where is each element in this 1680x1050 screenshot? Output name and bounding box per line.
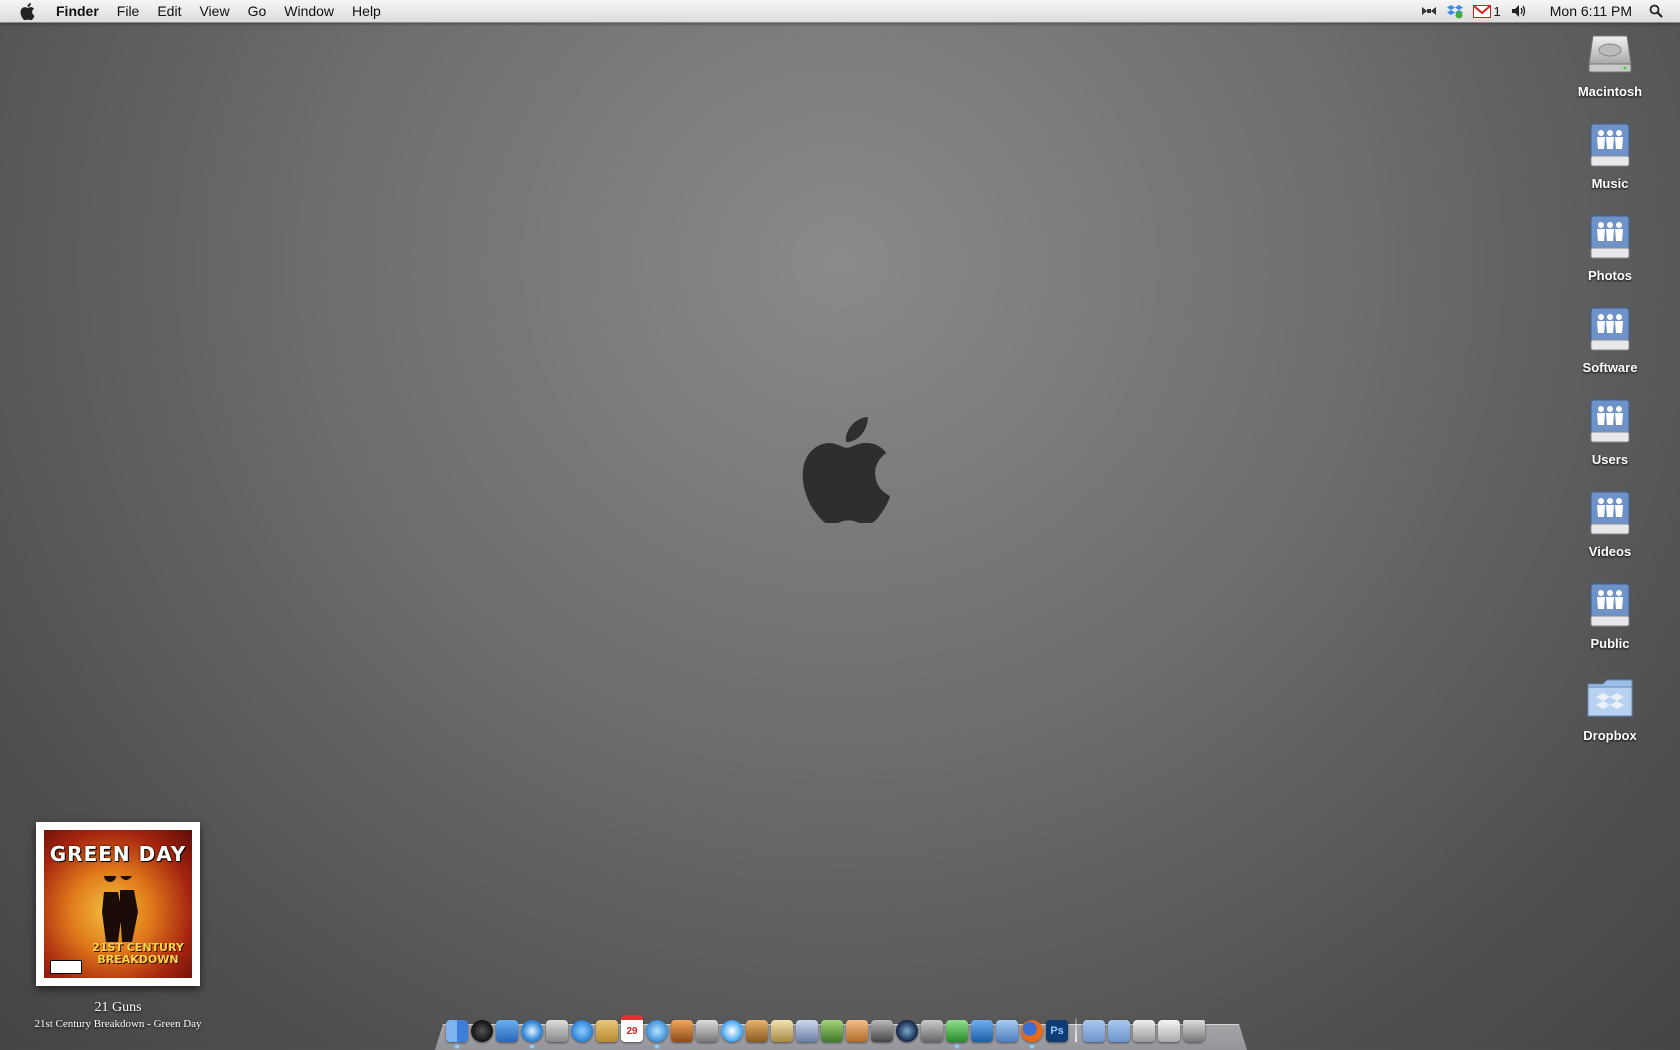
desktop-icon-label: Software — [1582, 360, 1638, 375]
apple-menu-icon[interactable] — [16, 0, 38, 22]
network-share-icon — [1590, 399, 1630, 443]
dock-pages-icon[interactable] — [796, 1020, 818, 1042]
network-share-icon — [1590, 215, 1630, 259]
desktop-icon-label: Music — [1591, 176, 1629, 191]
desktop-icon-dropbox[interactable]: Dropbox — [1540, 670, 1680, 756]
desktop-icon-label: Public — [1590, 636, 1630, 651]
dock-time-machine-icon[interactable] — [896, 1020, 918, 1042]
dropbox-status-icon[interactable] — [1442, 0, 1468, 22]
dock-garageband-icon[interactable] — [746, 1020, 768, 1042]
mail-unread-count: 1 — [1493, 3, 1501, 19]
network-share-icon — [1590, 583, 1630, 627]
desktop-icon-software[interactable]: Software — [1540, 302, 1680, 388]
desktop-icon-public[interactable]: Public — [1540, 578, 1680, 664]
network-share-icon — [1590, 123, 1630, 167]
desktop-icon-label: Photos — [1587, 268, 1633, 283]
trash-icon[interactable] — [1183, 1020, 1205, 1042]
dock-photoshop-icon[interactable]: Ps — [1046, 1020, 1068, 1042]
album-band-name: GREEN DAY — [49, 842, 187, 866]
album-cover: GREEN DAY 21ST CENTURY BREAKDOWN — [44, 830, 192, 978]
menu-file[interactable]: File — [108, 0, 149, 22]
dock-address-book-icon[interactable] — [596, 1020, 618, 1042]
desktop-icon-label: Users — [1591, 452, 1629, 467]
menu-finder[interactable]: Finder — [52, 0, 108, 22]
volume-icon[interactable] — [1506, 0, 1532, 22]
dock-documents-folder-icon[interactable] — [1108, 1020, 1130, 1042]
dock-iphoto-icon[interactable] — [671, 1020, 693, 1042]
dock-system-preferences-icon[interactable] — [921, 1020, 943, 1042]
dock-idvd-icon[interactable] — [721, 1020, 743, 1042]
gmail-notifier-icon[interactable]: 1 — [1468, 0, 1506, 22]
dock-numbers-icon[interactable] — [821, 1020, 843, 1042]
menu-go[interactable]: Go — [239, 0, 276, 22]
status-moustache-icon[interactable] — [1416, 0, 1442, 22]
desktop-icon-label: Macintosh — [1577, 84, 1643, 99]
album-couple-silhouette — [102, 876, 138, 942]
dock-itunes-icon[interactable] — [646, 1020, 668, 1048]
desktop-icon-photos[interactable]: Photos — [1540, 210, 1680, 296]
desktop-icon-videos[interactable]: Videos — [1540, 486, 1680, 572]
desktop-icon-users[interactable]: Users — [1540, 394, 1680, 480]
menu-edit[interactable]: Edit — [148, 0, 190, 22]
dock-separator — [1075, 1018, 1077, 1042]
desktop-icon-label: Dropbox — [1583, 728, 1637, 743]
track-title: 21 Guns — [94, 1000, 142, 1015]
dock-imovie-icon[interactable] — [696, 1020, 718, 1042]
dock-photo-icon[interactable] — [546, 1020, 568, 1042]
menu-extras: 1 Mon 6:11 PM — [1416, 0, 1680, 22]
parental-advisory-label — [50, 960, 82, 974]
dock-package-icon[interactable] — [996, 1020, 1018, 1042]
dock-utility-icon[interactable] — [971, 1020, 993, 1042]
album-artist: 21st Century Breakdown - Green Day — [34, 1018, 202, 1030]
album-subtitle: 21ST CENTURY BREAKDOWN — [92, 941, 184, 966]
dock-spaces-icon[interactable] — [871, 1020, 893, 1042]
wallpaper-apple-logo — [802, 417, 890, 523]
dock-stack-icon[interactable] — [1158, 1020, 1180, 1042]
dock-mail-icon[interactable] — [496, 1020, 518, 1042]
dock-transmit-icon[interactable] — [946, 1020, 968, 1048]
dock-safari-icon[interactable] — [521, 1020, 543, 1048]
dock-finder-icon[interactable] — [446, 1020, 468, 1048]
spotlight-search-icon[interactable] — [1644, 0, 1668, 22]
dock-keynote-icon[interactable] — [846, 1020, 868, 1042]
dropbox-folder-icon — [1587, 679, 1633, 717]
dock: 29 Ps — [446, 1012, 1208, 1048]
dock-firefox-icon[interactable] — [1021, 1020, 1043, 1048]
dock-ichat-icon[interactable] — [571, 1020, 593, 1042]
menu-help[interactable]: Help — [343, 0, 390, 22]
menu-bar: Finder File Edit View Go Window Help 1 M… — [0, 0, 1680, 23]
dock-iweb-icon[interactable] — [771, 1020, 793, 1042]
desktop-icon-label: Videos — [1588, 544, 1632, 559]
dock-applications-folder-icon[interactable] — [1083, 1020, 1105, 1042]
menu-view[interactable]: View — [190, 0, 238, 22]
desktop-icon-macintosh[interactable]: Macintosh — [1540, 26, 1680, 112]
desktop-icon-music[interactable]: Music — [1540, 118, 1680, 204]
menu-window[interactable]: Window — [275, 0, 343, 22]
dock-downloads-stack-icon[interactable] — [1133, 1020, 1155, 1042]
dock-dashboard-icon[interactable] — [471, 1020, 493, 1042]
network-share-icon — [1590, 307, 1630, 351]
network-share-icon — [1590, 491, 1630, 535]
album-artwork[interactable]: GREEN DAY 21ST CENTURY BREAKDOWN — [36, 822, 200, 986]
dock-ical-icon[interactable]: 29 — [621, 1015, 643, 1042]
menu-clock[interactable]: Mon 6:11 PM — [1532, 0, 1644, 22]
hard-drive-icon — [1588, 35, 1632, 73]
